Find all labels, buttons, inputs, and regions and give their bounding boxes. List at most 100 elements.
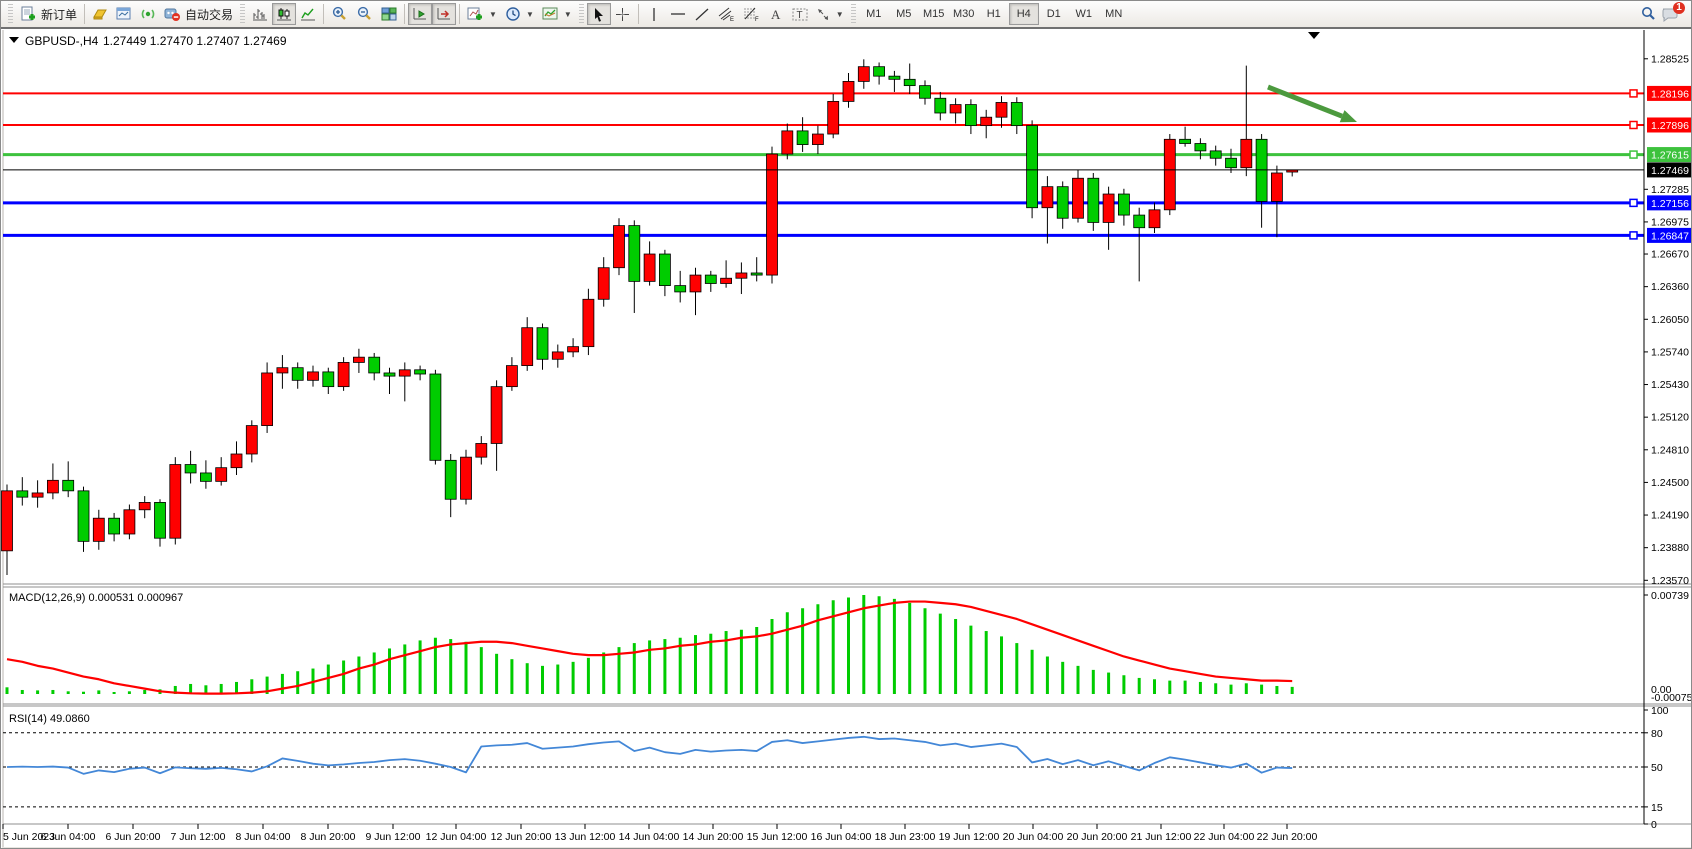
chart-surface[interactable]: 1.285251.272851.269751.266701.263601.260… bbox=[1, 1, 1692, 849]
timeframe-m30-button[interactable]: M30 bbox=[949, 3, 979, 25]
search-button[interactable] bbox=[1636, 3, 1661, 25]
new-order-button[interactable]: 新订单 bbox=[16, 3, 81, 25]
indicators-icon bbox=[467, 6, 484, 22]
timeframe-h4-button[interactable]: H4 bbox=[1009, 3, 1039, 25]
templates-button[interactable]: ▼ bbox=[538, 3, 576, 25]
timeframe-d1-button[interactable]: D1 bbox=[1039, 3, 1069, 25]
zoom-group bbox=[327, 1, 401, 27]
candle-body bbox=[935, 98, 946, 113]
data-window-button[interactable] bbox=[112, 3, 136, 25]
candle-body bbox=[843, 81, 854, 101]
separator bbox=[84, 4, 85, 24]
search-icon bbox=[1640, 6, 1657, 22]
rsi-axis-label: 80 bbox=[1651, 728, 1663, 740]
line-handle[interactable] bbox=[1630, 121, 1637, 128]
time-axis-label: 8 Jun 20:00 bbox=[301, 831, 356, 843]
candle-body bbox=[491, 387, 502, 444]
terminal-window: 1.285251.272851.269751.266701.263601.260… bbox=[0, 0, 1692, 849]
trade-group: 新订单 自动交易 bbox=[16, 1, 237, 27]
candle-body bbox=[1118, 194, 1129, 215]
zoom-out-button[interactable] bbox=[352, 3, 377, 25]
candle-body bbox=[1226, 158, 1237, 167]
candle-body bbox=[369, 357, 380, 373]
candle-body bbox=[63, 480, 74, 491]
line-chart-button[interactable] bbox=[296, 3, 320, 25]
candle-body bbox=[155, 502, 166, 538]
time-axis-label: 6 Jun 20:00 bbox=[106, 831, 161, 843]
vertical-line-button[interactable] bbox=[642, 3, 666, 25]
timeframe-mn-button[interactable]: MN bbox=[1099, 3, 1129, 25]
timeframe-m5-button[interactable]: M5 bbox=[889, 3, 919, 25]
candle-body bbox=[277, 368, 288, 373]
chart-shift-button[interactable] bbox=[432, 3, 456, 25]
time-axis-label: 15 Jun 12:00 bbox=[747, 831, 808, 843]
signals-button[interactable] bbox=[136, 3, 160, 25]
price-axis-label: 1.26975 bbox=[1651, 216, 1689, 228]
zoom-in-button[interactable] bbox=[327, 3, 352, 25]
text-label-button[interactable]: T bbox=[788, 3, 812, 25]
candle-body bbox=[690, 275, 701, 292]
crosshair-icon bbox=[615, 7, 630, 22]
svg-text:T: T bbox=[796, 10, 802, 21]
price-axis-label: 1.26360 bbox=[1651, 281, 1689, 293]
line-handle[interactable] bbox=[1630, 90, 1637, 97]
time-axis-label: 20 Jun 04:00 bbox=[1003, 831, 1064, 843]
candle-body bbox=[705, 275, 716, 283]
equidistant-channel-button[interactable]: E bbox=[714, 3, 739, 25]
bar-chart-button[interactable] bbox=[248, 3, 272, 25]
candle-body bbox=[1073, 178, 1084, 218]
candle-body bbox=[1180, 139, 1191, 143]
candle-body bbox=[109, 518, 120, 534]
vertical-line-icon bbox=[648, 7, 660, 22]
timeframe-h1-button[interactable]: H1 bbox=[979, 3, 1009, 25]
new-order-icon bbox=[20, 6, 37, 22]
candlestick-chart-icon bbox=[276, 6, 292, 22]
periods-button[interactable]: ▼ bbox=[501, 3, 538, 25]
timeframe-w1-button[interactable]: W1 bbox=[1069, 3, 1099, 25]
candle-body bbox=[1241, 139, 1252, 167]
arrows-button[interactable]: ▼ bbox=[812, 3, 848, 25]
crosshair-button[interactable] bbox=[611, 3, 635, 25]
candle-body bbox=[78, 491, 89, 542]
toolbar-grip[interactable] bbox=[851, 4, 856, 24]
text-button[interactable]: A bbox=[764, 3, 788, 25]
toolbar-grip[interactable] bbox=[240, 4, 245, 24]
line-handle[interactable] bbox=[1630, 232, 1637, 239]
scroll-group bbox=[408, 1, 456, 27]
candle-body bbox=[874, 67, 885, 76]
auto-trading-label: 自动交易 bbox=[185, 6, 233, 23]
toolbar-grip[interactable] bbox=[579, 4, 584, 24]
candle-body bbox=[445, 460, 456, 499]
auto-trading-icon bbox=[164, 6, 181, 22]
trendline-button[interactable] bbox=[690, 3, 714, 25]
line-handle[interactable] bbox=[1630, 151, 1637, 158]
candle-body bbox=[767, 154, 778, 275]
auto-trading-button[interactable]: 自动交易 bbox=[160, 3, 237, 25]
candle-body bbox=[1271, 173, 1282, 201]
indicators-button[interactable]: ▼ bbox=[463, 3, 501, 25]
candle-body bbox=[1134, 215, 1145, 228]
auto-scroll-button[interactable] bbox=[408, 3, 432, 25]
toolbar-grip[interactable] bbox=[8, 4, 13, 24]
candle-body bbox=[32, 493, 43, 497]
candle-body bbox=[858, 67, 869, 82]
timeframe-m15-button[interactable]: M15 bbox=[919, 3, 949, 25]
svg-text:F: F bbox=[755, 17, 759, 22]
profile-icon bbox=[92, 6, 108, 22]
rsi-axis-label: 15 bbox=[1651, 802, 1663, 814]
candle-body bbox=[338, 362, 349, 386]
tile-windows-button[interactable] bbox=[377, 3, 401, 25]
notifications-button[interactable]: 1 bbox=[1661, 6, 1679, 22]
cursor-button[interactable] bbox=[587, 3, 611, 25]
candlestick-chart-button[interactable] bbox=[272, 3, 296, 25]
horizontal-line-button[interactable] bbox=[666, 3, 690, 25]
candle-body bbox=[185, 465, 196, 473]
candle-body bbox=[920, 86, 931, 99]
profile-button[interactable] bbox=[88, 3, 112, 25]
line-chart-icon bbox=[300, 6, 316, 22]
candle-body bbox=[124, 510, 135, 534]
line-handle[interactable] bbox=[1630, 199, 1637, 206]
fibonacci-button[interactable]: F bbox=[739, 3, 764, 25]
chevron-down-icon: ▼ bbox=[564, 10, 572, 19]
timeframe-m1-button[interactable]: M1 bbox=[859, 3, 889, 25]
